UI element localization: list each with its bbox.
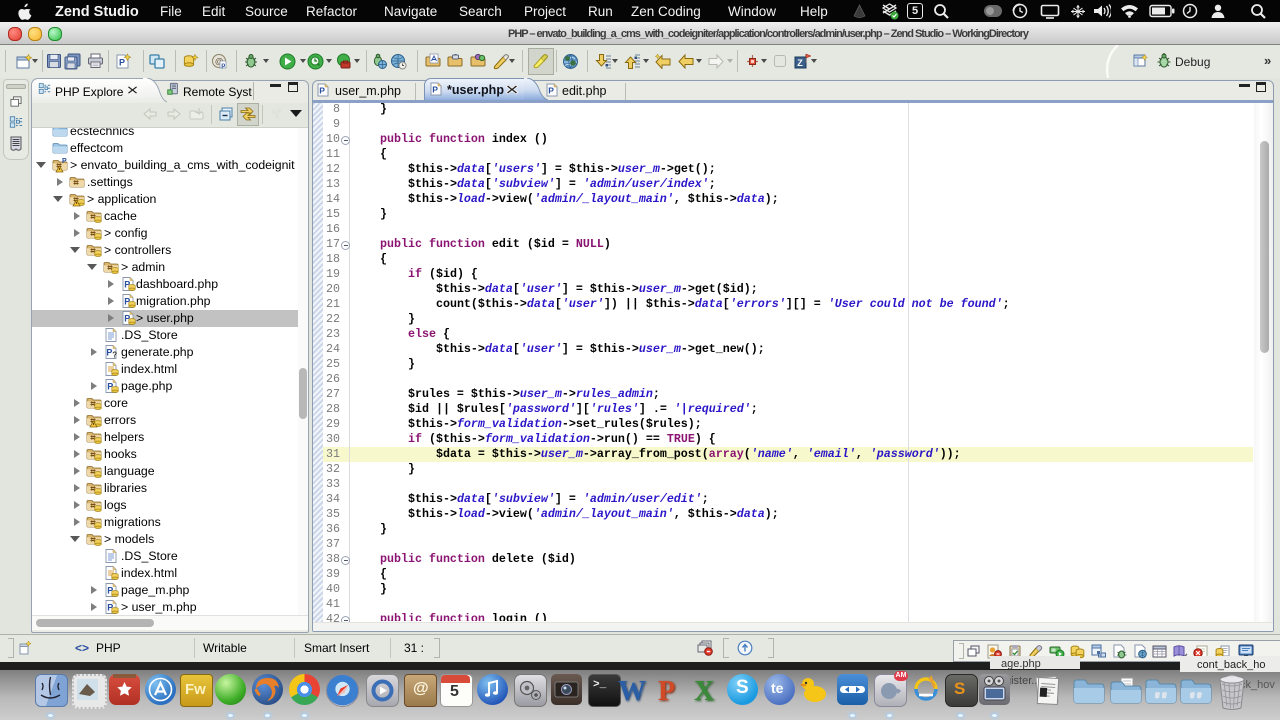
- svg-text:p: p: [221, 62, 225, 69]
- svg-text:P: P: [319, 86, 325, 96]
- svg-text:P: P: [548, 86, 554, 96]
- svg-text:P: P: [119, 58, 125, 68]
- svg-text:Z: Z: [797, 58, 803, 68]
- svg-text:P: P: [432, 85, 438, 95]
